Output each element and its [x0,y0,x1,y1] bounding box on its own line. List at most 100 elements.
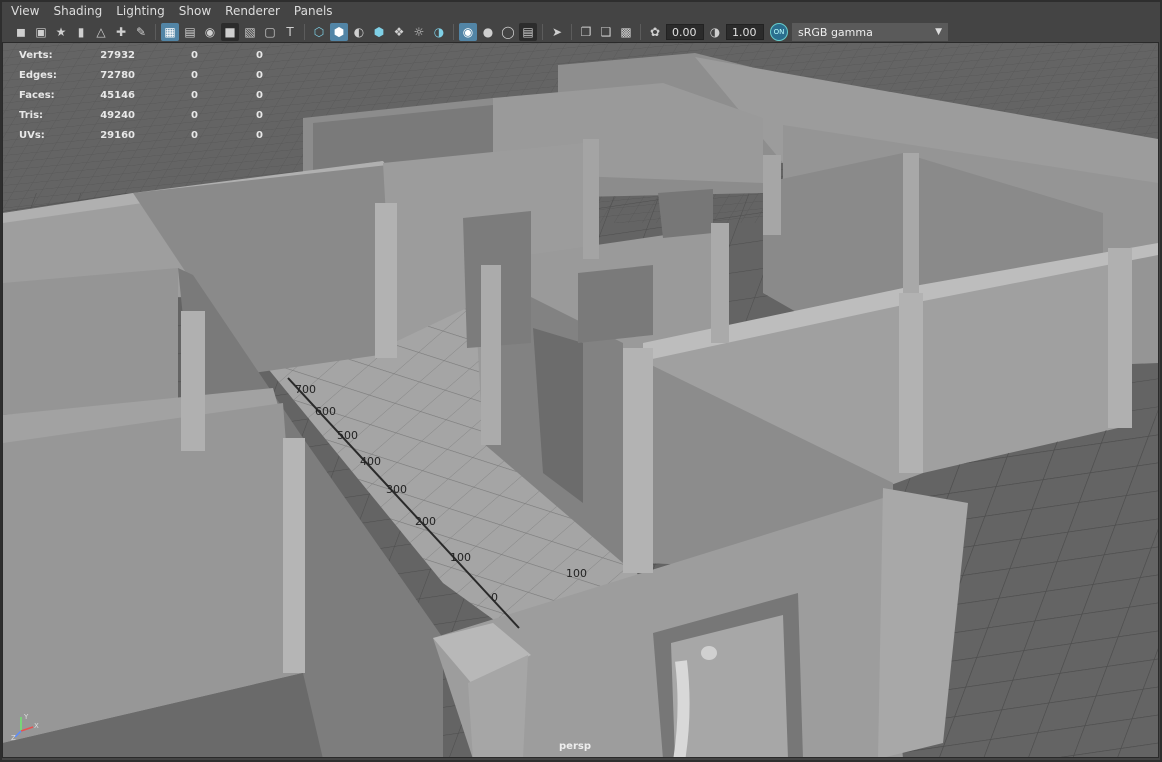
pillar [903,153,919,293]
hud-selected-faces: 0 [256,89,263,101]
xray-icon[interactable]: ❐ [577,23,595,41]
hud-selected-faces: 0 [256,69,263,81]
pillar [283,438,305,673]
pillar [623,348,653,573]
hud-label: Edges: [19,69,57,81]
toolbar-divider [155,24,156,40]
hud-row-uvs: UVs: 29160 0 0 [19,125,263,145]
hud-selected: 0 [191,109,198,121]
toolbar-divider [571,24,572,40]
hud-label: Tris: [19,109,44,121]
all-lights-icon[interactable]: ☼ [410,23,428,41]
image-plane-icon[interactable]: ▮ [72,23,90,41]
character-head [701,646,717,660]
hud-label: Faces: [19,89,55,101]
pillar [181,311,205,451]
hud-selected-faces: 0 [256,49,263,61]
resolution-gate-icon[interactable]: ◉ [201,23,219,41]
ruler-tick: 300 [386,483,407,496]
hud-selected: 0 [191,129,198,141]
menu-renderer[interactable]: Renderer [218,0,287,22]
menu-panels[interactable]: Panels [287,0,340,22]
field-chart-icon[interactable]: ▧ [241,23,259,41]
pillar [481,265,501,445]
back-door-2 [658,189,713,238]
isolate-select-icon[interactable]: ➤ [548,23,566,41]
motion-blur-icon[interactable]: ● [479,23,497,41]
xray-components-icon[interactable]: ▩ [617,23,635,41]
hud-value: 29160 [100,129,135,141]
menu-show[interactable]: Show [172,0,218,22]
ruler-tick: 500 [337,429,358,442]
hud-selected: 0 [191,69,198,81]
bookmark-icon[interactable]: ★ [52,23,70,41]
ruler-tick: 200 [415,515,436,528]
safe-title-icon[interactable]: T [281,23,299,41]
textured-icon[interactable]: ⬢ [370,23,388,41]
character-body [673,660,690,757]
checker-icon[interactable]: ❖ [390,23,408,41]
3d-scene: 700 600 500 400 300 200 100 0 100 [3,43,1158,757]
axis-x-label: X [34,722,39,730]
far-doorframe [578,265,653,343]
2d-pan-icon[interactable]: △ [92,23,110,41]
pillar [763,155,781,235]
hud-row-tris: Tris: 49240 0 0 [19,105,263,125]
anti-aliasing-icon[interactable]: ◯ [499,23,517,41]
shadows-icon[interactable]: ◑ [430,23,448,41]
xray-joints-icon[interactable]: ❑ [597,23,615,41]
camera-attributes-icon[interactable]: ▣ [32,23,50,41]
toolbar-divider [542,24,543,40]
hud-row-faces: Faces: 45146 0 0 [19,85,263,105]
grease-pencil-draw-icon[interactable]: ✎ [132,23,150,41]
perspective-viewport[interactable]: 700 600 500 400 300 200 100 0 100 Verts:… [2,42,1159,758]
pillar [583,139,599,259]
hud-selected: 0 [191,49,198,61]
axis-z-label: Z [11,734,16,741]
gamma-field[interactable]: 1.00 [726,24,764,40]
exposure-icon[interactable]: ✿ [646,23,664,41]
viewport-toolbar: ◼ ▣ ★ ▮ △ ✚ ✎ ▦ ▤ ◉ ■ ▧ ▢ T ⬡ ⬢ ◐ ⬢ ❖ ☼ … [0,22,1162,42]
exposure-field[interactable]: 0.00 [666,24,704,40]
toolbar-divider [304,24,305,40]
chevron-down-icon: ▼ [935,27,942,37]
menu-view[interactable]: View [4,0,46,22]
view-transform-dropdown[interactable]: sRGB gamma ▼ [792,23,948,41]
hud-selected-faces: 0 [256,109,263,121]
axis-y-label: Y [23,713,29,721]
film-gate-icon[interactable]: ▤ [181,23,199,41]
depth-of-field-icon[interactable]: ▤ [519,23,537,41]
gate-mask-icon[interactable]: ■ [221,23,239,41]
hud-selected: 0 [191,89,198,101]
grease-pencil-icon[interactable]: ✚ [112,23,130,41]
camera-name-label: persp [559,741,591,752]
ruler-tick: 0 [491,591,498,604]
hud-value: 49240 [100,109,135,121]
camera-icon[interactable]: ◼ [12,23,30,41]
grid-icon[interactable]: ▦ [161,23,179,41]
menu-lighting[interactable]: Lighting [109,0,172,22]
hud-row-verts: Verts: 27932 0 0 [19,45,263,65]
view-transform-value: sRGB gamma [798,25,873,39]
gamma-icon[interactable]: ◑ [706,23,724,41]
hud-selected-faces: 0 [256,129,263,141]
wireframe-icon[interactable]: ⬡ [310,23,328,41]
default-material-icon[interactable]: ◐ [350,23,368,41]
left-room-wall-1 [3,268,178,415]
ambient-occlusion-icon[interactable]: ◉ [459,23,477,41]
smooth-shade-icon[interactable]: ⬢ [330,23,348,41]
ruler-tick: 400 [360,455,381,468]
view-axis-gizmo: Y X Z [11,713,39,741]
safe-action-icon[interactable]: ▢ [261,23,279,41]
color-management-toggle[interactable]: ON [770,23,788,41]
ruler-tick: 100 [450,551,471,564]
hud-value: 27932 [100,49,135,61]
menu-shading[interactable]: Shading [46,0,109,22]
pillar [899,293,923,473]
viewport-menubar: View Shading Lighting Show Renderer Pane… [0,0,1162,22]
toolbar-divider [640,24,641,40]
hud-row-edges: Edges: 72780 0 0 [19,65,263,85]
hud-value: 72780 [100,69,135,81]
pillar [375,203,397,358]
ruler-tick: 600 [315,405,336,418]
